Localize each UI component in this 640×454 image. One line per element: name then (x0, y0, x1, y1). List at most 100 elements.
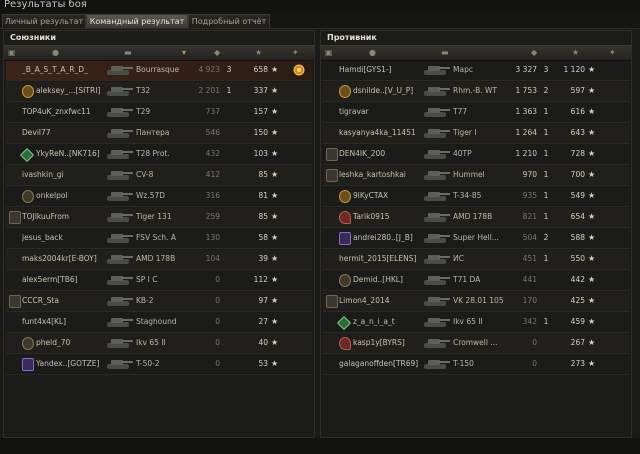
kills-value: 1 (543, 212, 549, 221)
player-row[interactable]: leshka_kartoshkai Hummel 970 1 700 ★ (323, 166, 629, 186)
xp-star-icon: ★ (271, 359, 279, 368)
player-icon[interactable]: ● (369, 48, 376, 57)
player-name[interactable]: TOP4uK_znxfwc11 (22, 107, 114, 116)
tab-detailed-report[interactable]: Подробный отчёт (188, 14, 270, 28)
player-row[interactable]: Tarik0915 AMD 178B 821 1 654 ★ (323, 208, 629, 228)
xp-value: 273 (570, 359, 585, 368)
player-row[interactable]: DEN4IK_200 40TP 1 210 1 728 ★ (323, 145, 629, 165)
player-name[interactable]: kasyanya4ka_11451 (339, 128, 431, 137)
squad-icon[interactable]: ▣ (325, 48, 333, 57)
xp-value: 643 (570, 128, 585, 137)
xp-star-icon: ★ (271, 233, 279, 242)
clan-emblem-icon (22, 190, 34, 203)
player-name[interactable]: Devil77 (22, 128, 114, 137)
player-row[interactable]: jesus_back FSV Sch. A 130 58 ★ (6, 229, 312, 249)
player-name[interactable]: _B_A_S_T_A_R_D_ (22, 65, 114, 74)
player-row[interactable]: tigravar T77 1 363 1 616 ★ (323, 103, 629, 123)
xp-star-icon: ★ (271, 296, 279, 305)
xp-value: 81 (258, 191, 268, 200)
player-row[interactable]: funt4x4[KL] Staghound 0 27 ★ (6, 313, 312, 333)
xp-star-icon: ★ (271, 191, 279, 200)
player-name[interactable]: Hamdi[GYS1-] (339, 65, 431, 74)
kills-value: 3 (226, 65, 232, 74)
player-row[interactable]: Yandex..[GOTZE] T-50-2 0 53 ★ (6, 355, 312, 375)
player-row[interactable]: TOP4uK_znxfwc11 T29 737 157 ★ (6, 103, 312, 123)
player-row[interactable]: z_a_n_i_a_t Ikv 65 II 342 1 459 ★ (323, 313, 629, 333)
xp-star-icon: ★ (588, 338, 596, 347)
player-name[interactable]: DEN4IK_200 (339, 149, 431, 158)
damage-value: 451 (522, 254, 537, 263)
platoon-icon (326, 169, 338, 182)
player-icon[interactable]: ● (52, 48, 59, 57)
sort-down-icon[interactable]: ▾ (182, 48, 186, 57)
xp-star-icon: ★ (271, 317, 279, 326)
xp-value: 459 (570, 317, 585, 326)
player-row[interactable]: Limon4_2014 VK 28.01 105 170 425 ★ (323, 292, 629, 312)
tank-name: Mapc (453, 65, 473, 74)
player-row[interactable]: kasyanya4ka_11451 Tiger I 1 264 1 643 ★ (323, 124, 629, 144)
squad-icon[interactable]: ▣ (8, 48, 16, 57)
tab-personal-result[interactable]: Личный результат (2, 14, 86, 28)
xp-value: 658 (253, 65, 268, 74)
damage-value: 821 (522, 212, 537, 221)
player-name[interactable]: maks2004kr[E-BOY] (22, 254, 114, 263)
kills-value: 1 (543, 149, 549, 158)
damage-icon[interactable]: ◆ (214, 48, 220, 57)
player-row[interactable]: andrei280..[J_B] Super Hell... 504 2 588 ★ (323, 229, 629, 249)
player-name[interactable]: jesus_back (22, 233, 114, 242)
player-row[interactable]: kasp1y[BYRS] Cromwell ... 0 267 ★ (323, 334, 629, 354)
damage-value: 0 (532, 359, 537, 368)
platoon-icon (9, 295, 21, 308)
medal-icon[interactable]: ✦ (609, 48, 616, 57)
player-row[interactable]: Demid..[HKL] T71 DA 441 442 ★ (323, 271, 629, 291)
player-row[interactable]: Devil77 Пантера 546 150 ★ (6, 124, 312, 144)
player-row[interactable]: _B_A_S_T_A_R_D_ Bourrasque 4 923 3 658 ★ (6, 61, 312, 81)
damage-value: 259 (205, 212, 220, 221)
player-name[interactable]: funt4x4[KL] (22, 317, 114, 326)
player-row[interactable]: galaganoffden[TR69] T-150 0 273 ★ (323, 355, 629, 375)
player-row[interactable]: alex5erm[TB6] SP I C 0 112 ★ (6, 271, 312, 291)
xp-star-icon[interactable]: ★ (572, 48, 579, 57)
player-row[interactable]: maks2004kr[E-BOY] AMD 178B 104 39 ★ (6, 250, 312, 270)
player-row[interactable]: CCCR_Sta KB-2 0 97 ★ (6, 292, 312, 312)
player-row[interactable]: pheld_70 Ikv 65 II 0 40 ★ (6, 334, 312, 354)
player-row[interactable]: ivashkin_gi CV-8 412 85 ★ (6, 166, 312, 186)
player-name[interactable]: galaganoffden[TR69] (339, 359, 431, 368)
player-row[interactable]: aleksey_...[SITRI] T32 2 201 1 337 ★ (6, 82, 312, 102)
player-name[interactable]: alex5erm[TB6] (22, 275, 114, 284)
player-name[interactable]: ivashkin_gi (22, 170, 114, 179)
tank-name: AMD 178B (136, 254, 176, 263)
player-row[interactable]: Hamdi[GYS1-] Mapc 3 327 3 1 120 ★ (323, 61, 629, 81)
xp-value: 588 (570, 233, 585, 242)
tab-team-result[interactable]: Командный результат (86, 14, 188, 28)
player-row[interactable]: 9lKyCTAX T-34-85 935 1 549 ★ (323, 187, 629, 207)
player-row[interactable]: hermit_2015[ELENS] ИС 451 1 550 ★ (323, 250, 629, 270)
medal-icon[interactable]: ✦ (292, 48, 299, 57)
player-name[interactable]: tigravar (339, 107, 431, 116)
damage-value: 316 (205, 191, 220, 200)
kills-value: 2 (543, 233, 549, 242)
xp-star-icon: ★ (271, 254, 279, 263)
damage-value: 0 (215, 338, 220, 347)
tank-name: AMD 178B (453, 212, 493, 221)
tank-icon[interactable]: ▬ (124, 48, 132, 57)
tank-icon[interactable]: ▬ (441, 48, 449, 57)
player-name[interactable]: hermit_2015[ELENS] (339, 254, 431, 263)
tank-name: Ikv 65 II (136, 338, 166, 347)
tank-icon (104, 168, 134, 182)
xp-star-icon[interactable]: ★ (255, 48, 262, 57)
player-row[interactable]: onkelpol Wz.57D 316 81 ★ (6, 187, 312, 207)
player-name[interactable]: leshka_kartoshkai (339, 170, 431, 179)
player-name[interactable]: Limon4_2014 (339, 296, 431, 305)
player-row[interactable]: dsnilde..[V_U_P] Rhm.-B. WT 1 753 2 597 ★ (323, 82, 629, 102)
player-name[interactable]: CCCR_Sta (22, 296, 114, 305)
player-row[interactable]: TOJIkuuFrom Tiger 131 259 85 ★ (6, 208, 312, 228)
damage-icon[interactable]: ◆ (531, 48, 537, 57)
player-name[interactable]: TOJIkuuFrom (22, 212, 114, 221)
kills-value: 1 (543, 128, 549, 137)
damage-value: 432 (205, 149, 220, 158)
xp-value: 654 (570, 212, 585, 221)
tank-name: T28 Prot. (136, 149, 170, 158)
orange-medal-icon[interactable] (292, 63, 306, 77)
player-row[interactable]: YkyReN..[NK716] T28 Prot. 432 103 ★ (6, 145, 312, 165)
